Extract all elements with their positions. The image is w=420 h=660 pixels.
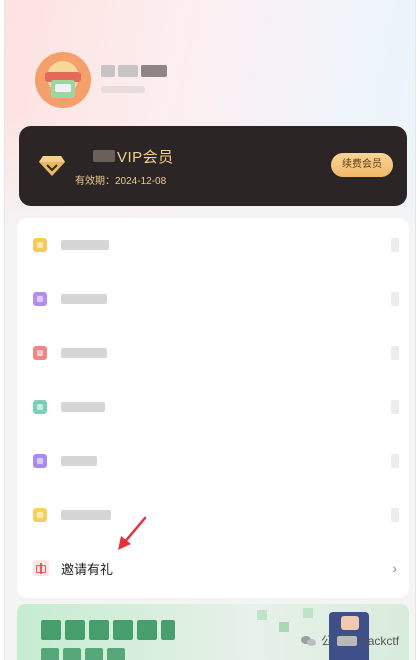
menu-item-1[interactable] bbox=[17, 218, 409, 272]
chevron-right-icon bbox=[391, 346, 399, 360]
chevron-right-icon bbox=[391, 508, 399, 522]
vip-title-redacted bbox=[93, 150, 115, 162]
menu-item-icon bbox=[33, 346, 47, 360]
chevron-right-icon bbox=[391, 238, 399, 252]
banner-decoration bbox=[303, 608, 313, 618]
avatar-icon[interactable] bbox=[35, 52, 91, 108]
banner-decoration bbox=[279, 622, 289, 632]
promo-title-redacted bbox=[41, 620, 175, 642]
menu-item-icon bbox=[33, 292, 47, 306]
wechat-icon bbox=[301, 635, 317, 647]
wechat-watermark: 公 hackctf bbox=[301, 632, 399, 649]
menu-item-label-redacted bbox=[61, 348, 107, 358]
menu-item-label-redacted bbox=[61, 510, 111, 520]
menu-item-icon bbox=[33, 454, 47, 468]
menu-item-label-redacted bbox=[61, 294, 107, 304]
promo-subtitle-redacted bbox=[41, 648, 141, 660]
menu-item-label-redacted bbox=[61, 456, 97, 466]
vip-expiry: 有效期：2024-12-08 bbox=[75, 176, 167, 187]
menu-item-icon bbox=[33, 508, 47, 522]
red-arrow-annotation bbox=[118, 516, 147, 550]
renew-vip-button[interactable]: 续费会员 bbox=[331, 153, 393, 177]
menu-item-6[interactable] bbox=[17, 488, 409, 542]
app-screen: VIP会员 有效期：2024-12-08 续费会员 邀请有礼 › 公 hackc… bbox=[4, 0, 416, 660]
gift-icon bbox=[33, 560, 49, 576]
watermark-redacted bbox=[337, 635, 358, 646]
username-redacted bbox=[101, 64, 173, 78]
vip-card[interactable]: VIP会员 有效期：2024-12-08 续费会员 bbox=[19, 126, 407, 206]
user-subtitle-redacted bbox=[101, 86, 145, 93]
menu-item-3[interactable] bbox=[17, 326, 409, 380]
watermark-prefix: 公 bbox=[321, 634, 334, 648]
avatar-detail bbox=[55, 84, 71, 92]
invite-reward-item[interactable]: 邀请有礼 › bbox=[17, 542, 409, 596]
chevron-right-icon bbox=[391, 400, 399, 414]
invite-reward-label: 邀请有礼 bbox=[61, 562, 114, 577]
menu-item-label-redacted bbox=[61, 240, 109, 250]
menu-list: 邀请有礼 › bbox=[17, 218, 409, 598]
watermark-name: hackctf bbox=[361, 633, 400, 648]
banner-decoration bbox=[257, 610, 267, 620]
chevron-right-icon: › bbox=[392, 560, 397, 576]
menu-item-label-redacted bbox=[61, 402, 105, 412]
vip-title: VIP会员 bbox=[117, 149, 174, 166]
vip-diamond-icon bbox=[39, 156, 65, 176]
menu-item-icon bbox=[33, 238, 47, 252]
menu-item-2[interactable] bbox=[17, 272, 409, 326]
menu-item-5[interactable] bbox=[17, 434, 409, 488]
menu-item-4[interactable] bbox=[17, 380, 409, 434]
chevron-right-icon bbox=[391, 454, 399, 468]
menu-item-icon bbox=[33, 400, 47, 414]
chevron-right-icon bbox=[391, 292, 399, 306]
